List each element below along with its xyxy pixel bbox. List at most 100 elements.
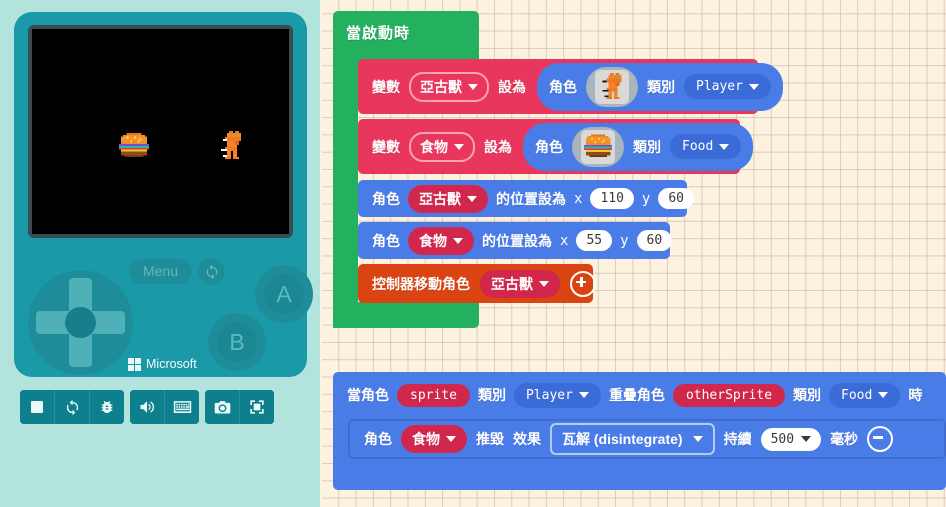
kind-word-label: 類別: [647, 78, 675, 95]
duration-value-label: 500: [770, 431, 795, 447]
plus-circle-icon[interactable]: [570, 270, 596, 297]
keyboard-button[interactable]: [165, 390, 199, 424]
y-value-input[interactable]: 60: [658, 188, 695, 209]
mute-button[interactable]: [130, 390, 165, 424]
sprite-param-label: sprite: [410, 387, 457, 403]
kind-dropdown-food[interactable]: Food: [670, 134, 742, 159]
dpad-icon[interactable]: [28, 270, 133, 375]
x-value-input[interactable]: 110: [590, 188, 634, 209]
chevron-down-icon: [692, 436, 703, 442]
sprite-param-chip[interactable]: sprite: [397, 383, 470, 407]
overlap-middle-label: 重疊角色: [608, 387, 665, 403]
debug-button[interactable]: [90, 390, 124, 424]
sprite-target-dropdown-destroy[interactable]: 食物: [401, 425, 467, 453]
kind-word-label-1: 類別: [477, 387, 506, 403]
sprite-thumbnail-wrapper[interactable]: [572, 126, 624, 167]
set-to-label: 設為: [498, 78, 526, 95]
stop-button[interactable]: [20, 390, 55, 424]
sprite-word-label: 角色: [372, 190, 400, 207]
chevron-down-icon: [468, 83, 478, 90]
game-screen[interactable]: [32, 29, 289, 234]
duration-word-label: 持續: [723, 431, 752, 447]
kind-dropdown-player[interactable]: Player: [684, 74, 771, 99]
speaker-icon: [140, 401, 155, 413]
sprite-thumbnail-wrapper[interactable]: [586, 66, 638, 107]
kind-word-label-2: 類別: [793, 387, 822, 403]
sprite-word-label: 角色: [372, 232, 400, 249]
variable-name-label: 亞古獸: [420, 78, 462, 95]
block-set-player-position[interactable]: 角色 亞古獸 的位置設為 x 110 y 60: [358, 180, 695, 217]
simulator-panel: Menu A B Microsoft: [0, 0, 320, 507]
restart-icon: [66, 399, 78, 415]
chevron-down-icon: [719, 143, 730, 150]
variable-name-dropdown-player[interactable]: 亞古獸: [409, 71, 489, 102]
y-value-input[interactable]: 60: [636, 230, 673, 251]
sprite-target-label: 亞古獸: [419, 190, 461, 207]
block-destroy-food[interactable]: 角色 食物 推毀 效果 瓦解 (disintegrate) 持續 500 毫秒: [348, 419, 946, 459]
screenshot-button[interactable]: [205, 390, 240, 424]
reporter-sprite-of-kind-player[interactable]: 角色 類別 Player: [537, 62, 783, 111]
effect-dropdown[interactable]: 瓦解 (disintegrate): [550, 423, 715, 455]
sprite-thumbnail[interactable]: [581, 129, 615, 164]
button-b[interactable]: B: [217, 322, 257, 362]
block-set-food-position[interactable]: 角色 食物 的位置設為 x 55 y 60: [358, 222, 673, 259]
other-sprite-param-label: otherSprite: [685, 387, 773, 403]
kind-value-label: Food: [682, 139, 714, 154]
other-sprite-param-chip[interactable]: otherSprite: [672, 383, 786, 407]
x-value-label: 110: [600, 191, 624, 206]
restart-button[interactable]: [55, 390, 90, 424]
burger-icon: [584, 134, 612, 157]
position-phrase-label: 的位置設為: [482, 232, 552, 249]
duration-dropdown[interactable]: 500: [760, 427, 822, 451]
position-phrase-label: 的位置設為: [496, 190, 566, 207]
block-move-with-controller[interactable]: 控制器移動角色 亞古獸: [358, 264, 596, 303]
sprite-target-dropdown-player[interactable]: 亞古獸: [408, 184, 488, 213]
kind-dropdown-food-overlap[interactable]: Food: [829, 382, 901, 408]
block-on-overlap-header[interactable]: 當角色 sprite 類別 Player 重疊角色 otherSprite 類別…: [333, 375, 946, 415]
chevron-down-icon: [539, 280, 549, 287]
kind-value-label: Food: [841, 387, 873, 403]
chevron-down-icon: [801, 436, 812, 442]
microsoft-logo: Microsoft: [128, 357, 197, 371]
keyboard-icon: [173, 401, 191, 413]
effect-value-label: 瓦解 (disintegrate): [562, 431, 683, 447]
microsoft-squares-icon: [128, 357, 141, 371]
effect-word-label: 效果: [513, 431, 541, 447]
menu-button[interactable]: Menu: [129, 259, 192, 284]
refresh-icon[interactable]: [198, 258, 225, 285]
y-value-label: 60: [646, 233, 663, 248]
variable-keyword-label: 變數: [372, 138, 400, 155]
block-set-food-variable[interactable]: 變數 食物 設為 角色 類別 Food: [358, 119, 754, 174]
sprite-word-label: 角色: [364, 431, 392, 447]
fullscreen-icon: [250, 400, 264, 414]
kind-dropdown-player-overlap[interactable]: Player: [513, 382, 601, 408]
minus-circle-icon[interactable]: [867, 426, 894, 452]
x-value-input[interactable]: 55: [576, 230, 613, 251]
kind-word-label: 類別: [633, 138, 661, 155]
screen-bezel: [28, 25, 293, 238]
variable-keyword-label: 變數: [372, 78, 400, 95]
set-to-label: 設為: [484, 138, 512, 155]
dpad-center[interactable]: [65, 307, 96, 338]
refresh-glyph: [206, 264, 217, 279]
simulator-toolbar: [20, 390, 274, 424]
variable-name-dropdown-food[interactable]: 食物: [409, 131, 475, 162]
button-a[interactable]: A: [264, 274, 304, 314]
dino-icon: [602, 72, 622, 99]
kind-value-label: Player: [525, 387, 573, 403]
fullscreen-button[interactable]: [240, 390, 274, 424]
block-on-start-body: [333, 55, 358, 328]
blocks-workspace[interactable]: 當啟動時 變數 亞古獸 設為 角色 類別 Player 變數 食物 設為 角色 …: [322, 0, 946, 507]
sprite-word-label: 角色: [549, 78, 577, 95]
chevron-down-icon: [878, 392, 889, 398]
chevron-down-icon: [748, 83, 759, 90]
chevron-down-icon: [467, 195, 477, 202]
sprite-target-label: 食物: [412, 431, 440, 447]
block-set-player-variable[interactable]: 變數 亞古獸 設為 角色 類別 Player: [358, 59, 783, 114]
reporter-sprite-of-kind-food[interactable]: 角色 類別 Food: [523, 122, 754, 171]
sprite-target-dropdown-controller[interactable]: 亞古獸: [480, 269, 560, 298]
chevron-down-icon: [578, 392, 589, 398]
sprite-thumbnail[interactable]: [595, 69, 629, 104]
x-value-label: 55: [586, 233, 603, 248]
sprite-target-dropdown-food[interactable]: 食物: [408, 226, 474, 255]
